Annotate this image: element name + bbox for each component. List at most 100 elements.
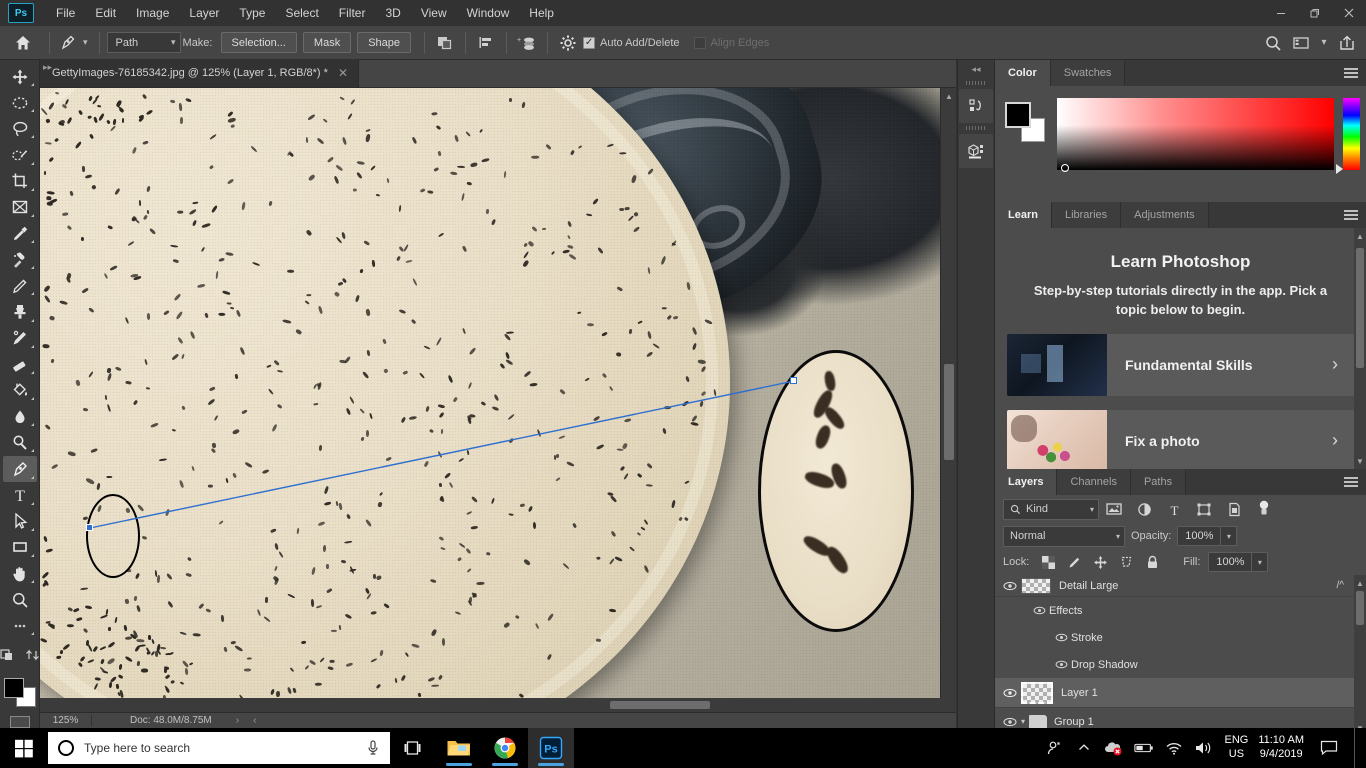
tab-libraries[interactable]: Libraries xyxy=(1051,202,1122,228)
layer-row-stroke-effect[interactable]: Stroke xyxy=(995,624,1366,651)
battery-icon[interactable] xyxy=(1134,738,1154,758)
layer-visibility-icon[interactable] xyxy=(999,688,1021,698)
adjustment-layer-filter-icon[interactable] xyxy=(1129,497,1159,521)
panel-menu-icon[interactable] xyxy=(1344,60,1358,86)
scrollbar-thumb[interactable] xyxy=(1356,248,1364,368)
canvas-horizontal-scrollbar[interactable] xyxy=(40,698,956,712)
tab-swatches[interactable]: Swatches xyxy=(1050,60,1126,86)
group-visibility-icon[interactable] xyxy=(999,717,1021,727)
lock-image-icon[interactable] xyxy=(1063,552,1085,572)
panel-menu-icon[interactable] xyxy=(1344,202,1358,228)
input-language-indicator[interactable]: ENG US xyxy=(1224,734,1248,762)
layer-row-layer-1[interactable]: Layer 1 xyxy=(995,678,1366,708)
menu-type[interactable]: Type xyxy=(229,2,275,24)
path-selection-tool[interactable] xyxy=(3,509,37,534)
scrollbar-thumb[interactable] xyxy=(1356,591,1364,625)
color-spectrum[interactable] xyxy=(1057,98,1334,170)
lasso-tool[interactable] xyxy=(3,116,37,141)
people-icon[interactable] xyxy=(1044,738,1064,758)
hue-slider[interactable] xyxy=(1343,98,1360,170)
document-tab[interactable]: GettyImages-76185342.jpg @ 125% (Layer 1… xyxy=(40,59,359,87)
color-swatches[interactable] xyxy=(3,678,36,708)
move-tool[interactable] xyxy=(3,64,37,89)
status-prev-chevron-icon[interactable]: ‹ xyxy=(253,715,256,726)
auto-add-delete-checkbox[interactable]: ✓ Auto Add/Delete xyxy=(583,36,680,49)
lock-artboard-icon[interactable] xyxy=(1115,552,1137,572)
spot-healing-brush-tool[interactable] xyxy=(3,247,37,272)
tab-adjustments[interactable]: Adjustments xyxy=(1121,202,1209,228)
close-button[interactable] xyxy=(1332,0,1366,26)
path-anchor-point-end[interactable] xyxy=(790,377,797,384)
restore-button[interactable] xyxy=(1298,0,1332,26)
blur-tool[interactable] xyxy=(3,404,37,429)
clone-stamp-tool[interactable] xyxy=(3,299,37,324)
shape-layer-filter-icon[interactable] xyxy=(1189,497,1219,521)
learn-card-fix-a-photo[interactable]: Fix a photo › xyxy=(1007,409,1354,469)
make-shape-button[interactable]: Shape xyxy=(357,32,412,53)
show-hidden-icons-chevron[interactable] xyxy=(1074,738,1094,758)
path-alignment-icon[interactable] xyxy=(473,30,499,56)
menu-view[interactable]: View xyxy=(411,2,457,24)
group-expand-chevron-icon[interactable]: ▾ xyxy=(1021,717,1025,726)
filter-toggle-icon[interactable] xyxy=(1249,497,1279,521)
lock-position-icon[interactable] xyxy=(1089,552,1111,572)
edit-toolbar-button[interactable] xyxy=(3,613,37,638)
workspace-icon[interactable] xyxy=(1288,30,1314,56)
blend-mode-select[interactable]: Normal ▾ xyxy=(1003,525,1125,547)
status-next-chevron-icon[interactable]: › xyxy=(236,715,239,726)
dodge-tool[interactable] xyxy=(3,430,37,455)
photoshop-icon[interactable]: Ps xyxy=(528,728,574,768)
opacity-value[interactable]: 100% xyxy=(1177,526,1222,546)
search-input[interactable]: Type here to search xyxy=(48,732,390,764)
rectangle-tool[interactable] xyxy=(3,535,37,560)
menu-layer[interactable]: Layer xyxy=(179,2,229,24)
canvas-area[interactable] xyxy=(40,88,956,712)
crop-tool[interactable] xyxy=(3,169,37,194)
path-arrangement-icon[interactable]: + xyxy=(514,30,540,56)
task-view-icon[interactable] xyxy=(390,728,436,768)
dock-collapse-icon[interactable]: ◂◂ xyxy=(958,60,994,78)
action-center-icon[interactable] xyxy=(1314,728,1344,768)
frame-tool[interactable] xyxy=(3,195,37,220)
foreground-color-swatch[interactable] xyxy=(3,678,24,699)
onedrive-error-icon[interactable] xyxy=(1104,738,1124,758)
lock-transparency-icon[interactable] xyxy=(1037,552,1059,572)
chrome-icon[interactable] xyxy=(482,728,528,768)
menu-image[interactable]: Image xyxy=(126,2,179,24)
history-brush-tool[interactable] xyxy=(3,326,37,351)
zoom-level[interactable]: 125% xyxy=(40,715,92,726)
layer-filter-kind-select[interactable]: Kind ▾ xyxy=(1003,498,1099,520)
clock[interactable]: 11:10 AM 9/4/2019 xyxy=(1258,734,1304,762)
show-desktop-button[interactable] xyxy=(1354,728,1360,768)
path-operations-icon[interactable] xyxy=(432,30,458,56)
tab-layers[interactable]: Layers xyxy=(995,469,1058,495)
volume-icon[interactable] xyxy=(1194,738,1214,758)
share-icon[interactable] xyxy=(1334,30,1360,56)
eraser-tool[interactable] xyxy=(3,352,37,377)
make-mask-button[interactable]: Mask xyxy=(302,32,352,53)
layer-row-detail-large[interactable]: Detail Large /^ xyxy=(995,575,1366,597)
pixel-layer-filter-icon[interactable] xyxy=(1099,497,1129,521)
file-explorer-icon[interactable] xyxy=(436,728,482,768)
brush-tool[interactable] xyxy=(3,273,37,298)
scroll-up-arrow-icon[interactable]: ▲ xyxy=(941,88,957,104)
effects-visibility-icon[interactable] xyxy=(1029,606,1049,615)
paint-bucket-tool[interactable] xyxy=(3,378,37,403)
stroke-effect-visibility-icon[interactable] xyxy=(1051,633,1071,642)
gear-icon[interactable] xyxy=(555,30,581,56)
menu-file[interactable]: File xyxy=(46,2,85,24)
panel-menu-icon[interactable] xyxy=(1344,469,1358,495)
smart-object-filter-icon[interactable] xyxy=(1219,497,1249,521)
quick-mask-toggle[interactable] xyxy=(0,641,17,669)
home-icon[interactable] xyxy=(14,34,32,52)
minimize-button[interactable] xyxy=(1264,0,1298,26)
scroll-up-arrow-icon[interactable]: ▲ xyxy=(1354,575,1366,591)
layer-row-drop-shadow-effect[interactable]: Drop Shadow xyxy=(995,651,1366,678)
layers-scrollbar[interactable]: ▲ ▼ xyxy=(1354,575,1366,736)
3d-panel-icon[interactable] xyxy=(959,134,993,168)
search-icon[interactable] xyxy=(1260,30,1286,56)
scrollbar-thumb[interactable] xyxy=(944,364,954,460)
learn-panel-scrollbar[interactable]: ▲ ▼ xyxy=(1354,228,1366,469)
lock-all-icon[interactable] xyxy=(1141,552,1163,572)
opacity-chevron-down-icon[interactable]: ▾ xyxy=(1221,526,1238,546)
